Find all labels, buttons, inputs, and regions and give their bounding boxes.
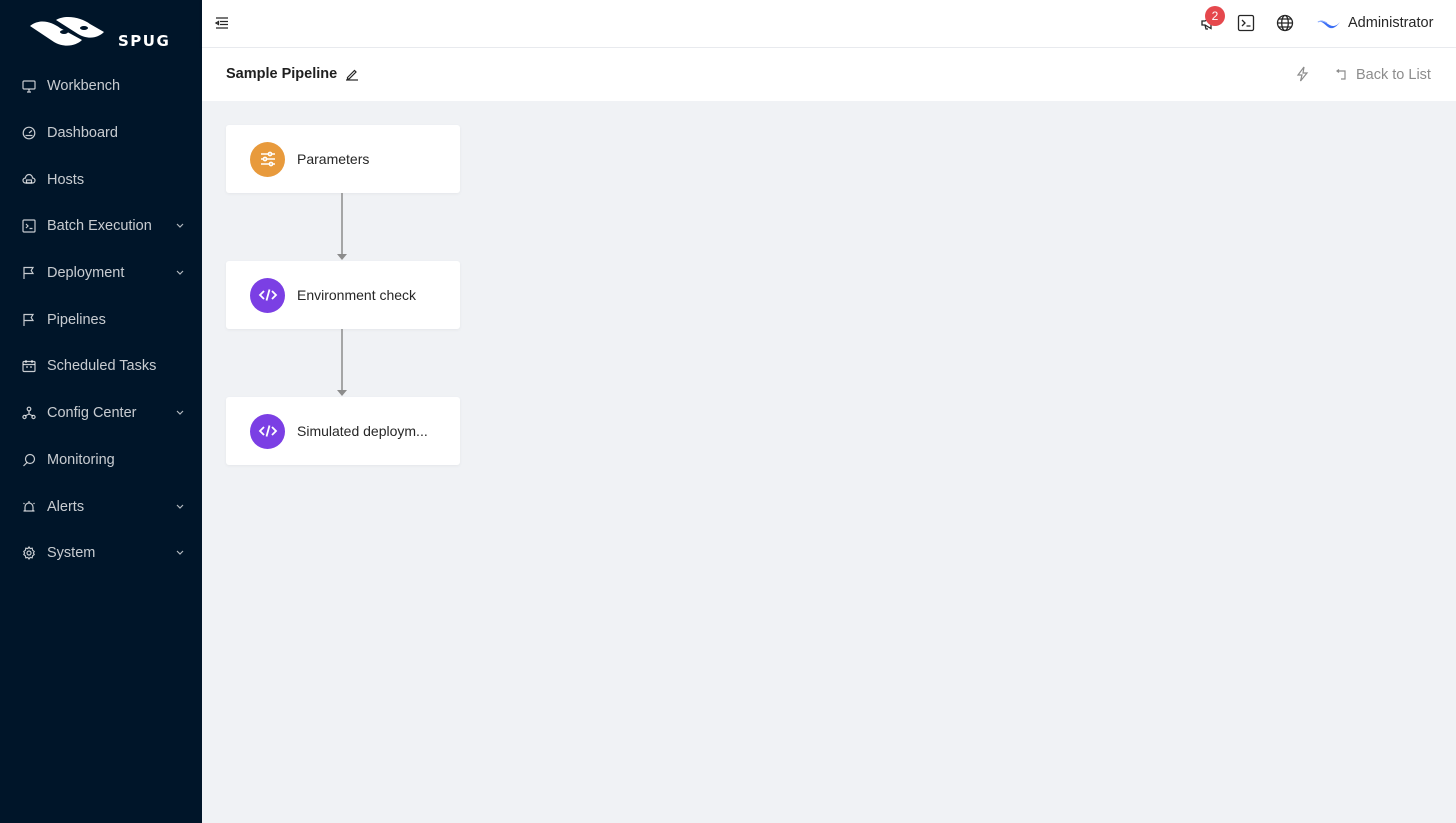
back-to-list-label: Back to List: [1356, 67, 1431, 83]
desktop-icon: [22, 79, 36, 93]
setting-icon: [22, 546, 36, 561]
sidebar-item-label: Deployment: [47, 265, 125, 282]
page-title: Sample Pipeline: [226, 66, 338, 82]
thunderbolt-icon[interactable]: [1295, 66, 1310, 82]
sidebar-item-config-center[interactable]: Config Center: [0, 390, 202, 437]
sidebar-item-label: Config Center: [47, 405, 137, 422]
sidebar-item-scheduled-tasks[interactable]: Scheduled Tasks: [0, 343, 202, 390]
sidebar-item-dashboard[interactable]: Dashboard: [0, 110, 202, 157]
pipeline-connector: [337, 329, 347, 396]
node-icon-circle: [250, 413, 285, 449]
pipeline-connector: [337, 193, 347, 260]
chevron-down-icon: [176, 223, 184, 229]
sidebar-item-deployment[interactable]: Deployment: [0, 250, 202, 297]
sidebar-item-system[interactable]: System: [0, 530, 202, 577]
flag-icon: [22, 266, 36, 280]
sidebar-item-batch-execution[interactable]: Batch Execution: [0, 203, 202, 250]
sidebar-item-hosts[interactable]: Hosts: [0, 156, 202, 203]
sidebar: SPUG Workbench Dashboard Hosts Batch Exe…: [0, 0, 202, 823]
sidebar-item-label: Scheduled Tasks: [47, 358, 157, 375]
monitor-icon: [22, 453, 36, 467]
globe-icon[interactable]: [1276, 14, 1294, 32]
code-tag-icon: [258, 425, 277, 437]
chevron-down-icon: [176, 550, 184, 556]
deployment-unit-icon: [22, 406, 36, 420]
notification-badge: 2: [1205, 6, 1225, 26]
node-label: Simulated deploym...: [297, 423, 428, 439]
avatar[interactable]: [1315, 14, 1341, 32]
page-header: Sample Pipeline Back to List: [202, 48, 1456, 101]
cloud-server-icon: [22, 173, 36, 187]
edit-icon[interactable]: [345, 67, 359, 81]
node-icon-circle: [250, 277, 285, 313]
terminal-icon[interactable]: [1237, 14, 1255, 32]
alert-icon: [22, 500, 36, 514]
sidebar-item-label: Workbench: [47, 78, 121, 95]
sidebar-item-label: Alerts: [47, 498, 85, 515]
username[interactable]: Administrator: [1348, 15, 1433, 31]
sidebar-item-label: Batch Execution: [47, 218, 152, 235]
sidebar-item-monitoring[interactable]: Monitoring: [0, 437, 202, 484]
chevron-down-icon: [176, 270, 184, 275]
calendar-icon: [22, 359, 36, 373]
code-tag-icon: [258, 289, 277, 301]
sliders-icon: [260, 151, 275, 167]
flag-icon: [22, 313, 36, 327]
back-to-list-button[interactable]: Back to List: [1334, 65, 1431, 85]
sidebar-item-workbench[interactable]: Workbench: [0, 63, 202, 110]
sidebar-nav: Workbench Dashboard Hosts Batch Executio…: [0, 63, 202, 577]
sidebar-item-label: System: [47, 545, 96, 562]
sidebar-item-label: Pipelines: [47, 311, 106, 328]
dashboard-icon: [22, 126, 36, 140]
rollback-icon: [1336, 69, 1346, 80]
code-icon: [22, 219, 36, 234]
pipeline-node-simulated-deployment[interactable]: Simulated deploym...: [226, 397, 460, 465]
node-label: Environment check: [297, 287, 417, 303]
spug-logo[interactable]: SPUG: [26, 14, 178, 54]
sidebar-item-pipelines[interactable]: Pipelines: [0, 296, 202, 343]
menu-fold-icon[interactable]: [214, 15, 230, 31]
sidebar-item-label: Dashboard: [47, 125, 118, 142]
sidebar-item-alerts[interactable]: Alerts: [0, 483, 202, 530]
logo-text: SPUG: [118, 32, 171, 50]
top-header: 2 Administrator: [202, 0, 1456, 47]
sidebar-item-label: Monitoring: [47, 451, 115, 468]
pipeline-node-environment-check[interactable]: Environment check: [226, 261, 460, 329]
chevron-down-icon: [176, 410, 184, 416]
pipeline-node-parameters[interactable]: Parameters: [226, 125, 460, 193]
chevron-down-icon: [176, 504, 184, 509]
node-label: Parameters: [297, 151, 370, 167]
logo-mark-icon: [30, 17, 104, 46]
pipeline-canvas: Parameters Environment check Simulated d…: [202, 101, 1456, 823]
sidebar-item-label: Hosts: [47, 171, 85, 188]
node-icon-circle: [250, 141, 285, 177]
